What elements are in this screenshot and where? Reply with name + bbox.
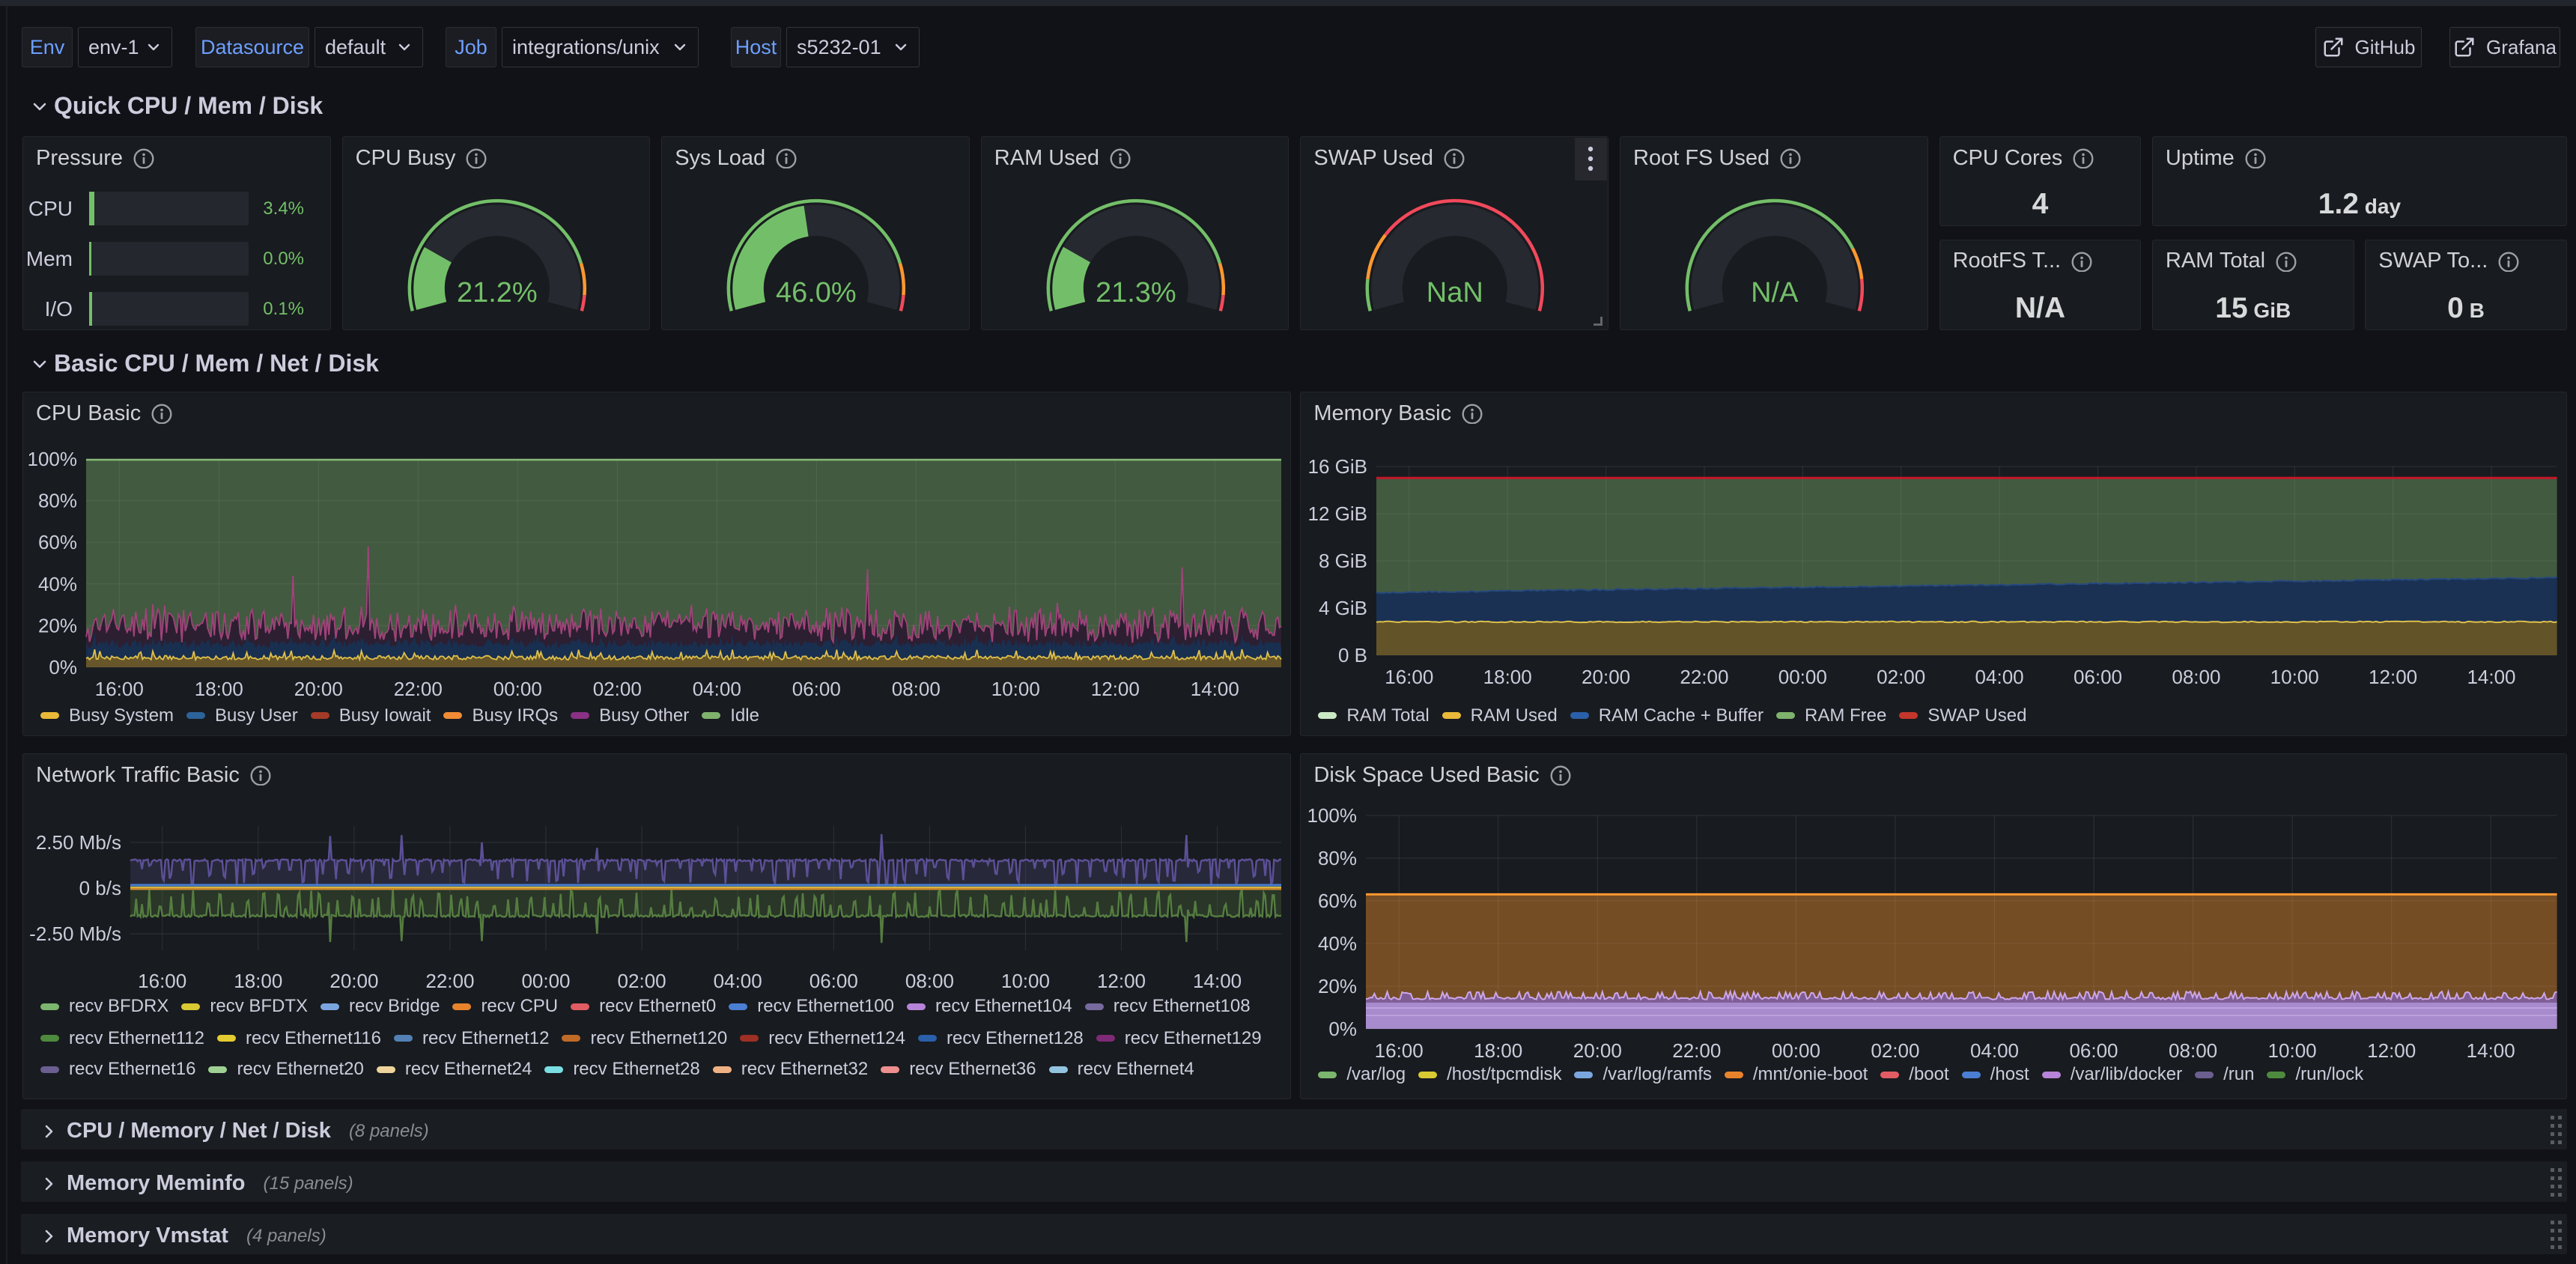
svg-text:NaN: NaN [1427,277,1483,309]
svg-text:60%: 60% [38,531,77,553]
svg-text:00:00: 00:00 [521,970,570,992]
svg-text:00:00: 00:00 [1772,1039,1820,1062]
svg-text:0%: 0% [1329,1018,1358,1040]
svg-text:14:00: 14:00 [2467,1039,2515,1062]
svg-text:08:00: 08:00 [892,678,941,700]
svg-text:12:00: 12:00 [2368,1039,2416,1062]
svg-text:10:00: 10:00 [2270,666,2319,688]
svg-text:02:00: 02:00 [1877,666,1926,688]
svg-text:2.50 Mb/s: 2.50 Mb/s [36,831,121,854]
svg-text:16:00: 16:00 [95,678,144,700]
svg-text:22:00: 22:00 [425,970,474,992]
svg-text:00:00: 00:00 [493,678,542,700]
svg-text:14:00: 14:00 [1191,678,1239,700]
svg-text:18:00: 18:00 [1474,1039,1523,1062]
svg-text:60%: 60% [1318,890,1357,912]
svg-text:06:00: 06:00 [2074,666,2122,688]
svg-text:12:00: 12:00 [2369,666,2417,688]
svg-text:20:00: 20:00 [1573,1039,1622,1062]
svg-text:20:00: 20:00 [294,678,343,700]
svg-text:20%: 20% [38,614,77,636]
svg-text:0 b/s: 0 b/s [79,877,121,899]
svg-text:08:00: 08:00 [2169,1039,2217,1062]
svg-text:46.0%: 46.0% [776,277,857,309]
svg-text:0%: 0% [49,656,77,678]
svg-text:20:00: 20:00 [329,970,378,992]
svg-text:-2.50 Mb/s: -2.50 Mb/s [29,923,121,945]
svg-text:22:00: 22:00 [1673,1039,1722,1062]
svg-text:N/A: N/A [1751,277,1799,309]
svg-text:18:00: 18:00 [234,970,282,992]
svg-text:14:00: 14:00 [2467,666,2516,688]
svg-text:18:00: 18:00 [195,678,243,700]
svg-text:0 B: 0 B [1338,644,1367,666]
svg-text:20%: 20% [1318,975,1357,997]
svg-text:08:00: 08:00 [2172,666,2221,688]
svg-text:12:00: 12:00 [1097,970,1146,992]
svg-text:100%: 100% [28,448,78,470]
svg-text:06:00: 06:00 [809,970,858,992]
svg-text:12 GiB: 12 GiB [1308,502,1368,525]
svg-text:00:00: 00:00 [1778,666,1827,688]
svg-text:14:00: 14:00 [1193,970,1242,992]
svg-text:16 GiB: 16 GiB [1308,455,1368,478]
svg-text:18:00: 18:00 [1483,666,1532,688]
svg-text:02:00: 02:00 [1871,1039,1920,1062]
svg-text:40%: 40% [1318,932,1357,955]
svg-text:10:00: 10:00 [2268,1039,2317,1062]
svg-text:22:00: 22:00 [1680,666,1729,688]
svg-text:04:00: 04:00 [1970,1039,2019,1062]
svg-text:04:00: 04:00 [1975,666,2024,688]
svg-text:10:00: 10:00 [1001,970,1050,992]
svg-text:20:00: 20:00 [1582,666,1630,688]
svg-text:02:00: 02:00 [618,970,666,992]
svg-text:21.3%: 21.3% [1096,277,1176,309]
svg-text:10:00: 10:00 [991,678,1040,700]
svg-text:4 GiB: 4 GiB [1319,597,1367,619]
svg-text:08:00: 08:00 [905,970,954,992]
svg-text:16:00: 16:00 [1375,1039,1424,1062]
svg-text:16:00: 16:00 [1385,666,1434,688]
svg-text:16:00: 16:00 [138,970,186,992]
svg-text:80%: 80% [1318,847,1357,869]
svg-text:22:00: 22:00 [394,678,443,700]
svg-text:12:00: 12:00 [1091,678,1140,700]
svg-text:8 GiB: 8 GiB [1319,550,1367,572]
svg-text:80%: 80% [38,490,77,512]
svg-text:02:00: 02:00 [593,678,642,700]
svg-text:40%: 40% [38,573,77,595]
svg-text:100%: 100% [1307,804,1358,827]
svg-text:04:00: 04:00 [693,678,741,700]
svg-text:06:00: 06:00 [792,678,841,700]
svg-text:06:00: 06:00 [2070,1039,2118,1062]
svg-text:21.2%: 21.2% [457,277,538,309]
svg-text:04:00: 04:00 [714,970,762,992]
